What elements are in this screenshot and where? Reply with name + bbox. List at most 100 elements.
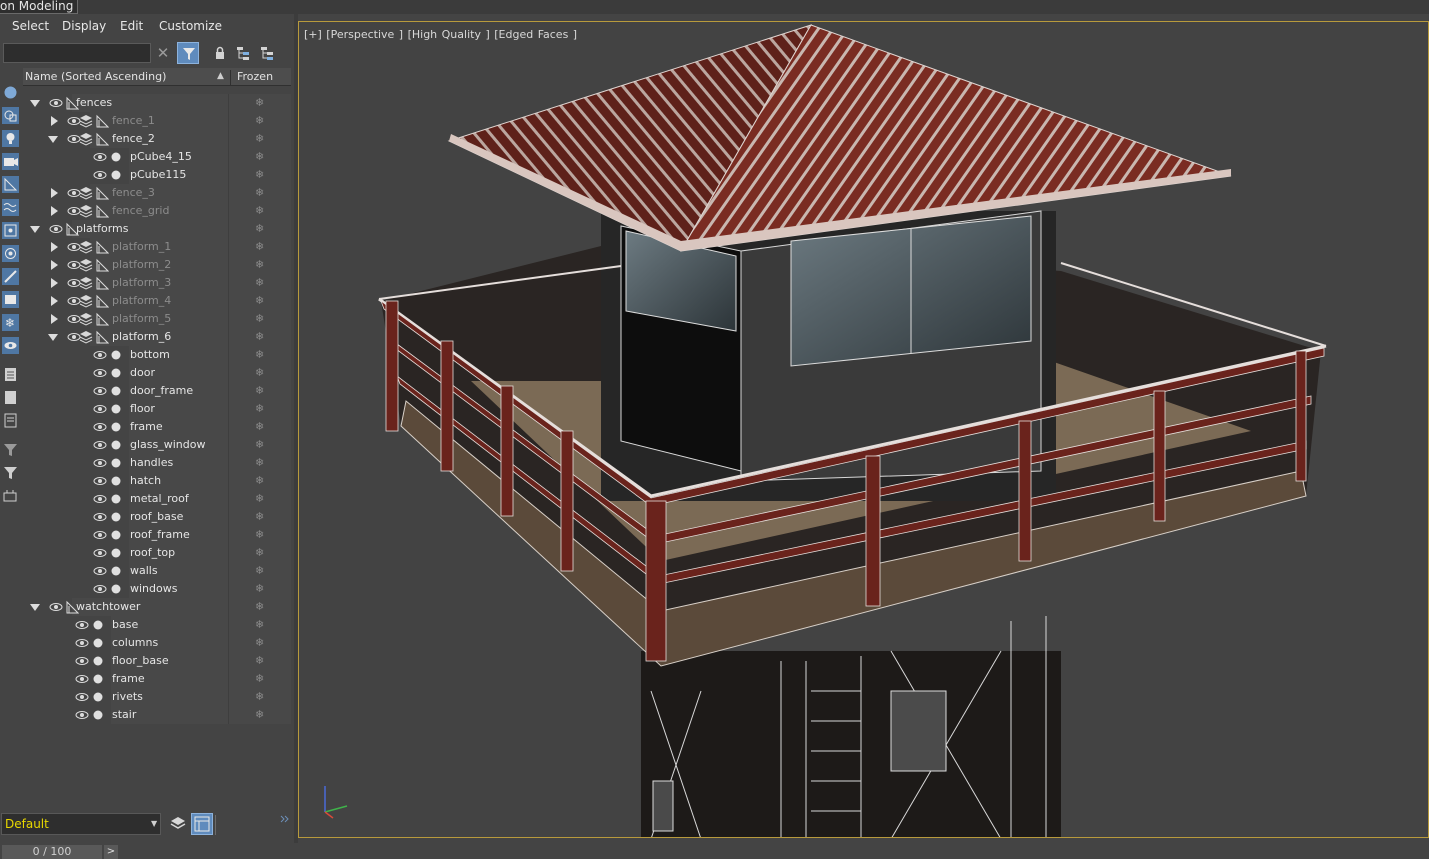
tree-row-hatch[interactable]: ❄ hatch bbox=[23, 472, 291, 490]
visibility-eye-icon[interactable] bbox=[75, 619, 89, 631]
expand-arrow-icon[interactable] bbox=[51, 188, 58, 198]
tree-row-fence-3[interactable]: ❄ fence_3 bbox=[23, 184, 291, 202]
visibility-eye-icon[interactable] bbox=[93, 565, 107, 577]
tree-row-platform-3[interactable]: ❄ platform_3 bbox=[23, 274, 291, 292]
camera-filter-icon[interactable] bbox=[2, 153, 19, 170]
tree-row-pcube115[interactable]: ❄ pCube115 bbox=[23, 166, 291, 184]
light-filter-icon[interactable] bbox=[2, 130, 19, 147]
visibility-eye-icon[interactable] bbox=[93, 367, 107, 379]
freeze-toggle-icon[interactable]: ❄ bbox=[255, 636, 264, 649]
freeze-toggle-icon[interactable]: ❄ bbox=[255, 420, 264, 433]
visibility-eye-icon[interactable] bbox=[93, 511, 107, 523]
freeze-toggle-icon[interactable]: ❄ bbox=[255, 330, 264, 343]
freeze-toggle-icon[interactable]: ❄ bbox=[255, 546, 264, 559]
tree-row-door[interactable]: ❄ door bbox=[23, 364, 291, 382]
expand-arrow-icon[interactable] bbox=[51, 116, 58, 126]
list-none-icon[interactable] bbox=[2, 389, 19, 406]
expand-arrow-icon[interactable] bbox=[51, 278, 58, 288]
visibility-eye-icon[interactable] bbox=[93, 583, 107, 595]
tree-row-fences[interactable]: ❄ fences bbox=[23, 94, 291, 112]
tree-row-roof-top[interactable]: ❄ roof_top bbox=[23, 544, 291, 562]
layers-button[interactable] bbox=[168, 813, 190, 835]
visibility-eye-icon[interactable] bbox=[75, 691, 89, 703]
tree-row-platform-2[interactable]: ❄ platform_2 bbox=[23, 256, 291, 274]
next-frame-button[interactable]: > bbox=[104, 845, 118, 859]
visibility-eye-icon[interactable] bbox=[49, 601, 63, 613]
helper-filter-icon[interactable] bbox=[2, 176, 19, 193]
freeze-toggle-icon[interactable]: ❄ bbox=[255, 672, 264, 685]
visibility-eye-icon[interactable] bbox=[93, 421, 107, 433]
freeze-toggle-icon[interactable]: ❄ bbox=[255, 204, 264, 217]
hierarchy-view-button[interactable] bbox=[191, 813, 213, 835]
selection-set-icon[interactable] bbox=[2, 487, 19, 504]
bone-filter-icon[interactable] bbox=[2, 268, 19, 285]
time-slider[interactable]: 0 / 100 bbox=[2, 845, 102, 859]
tree-row-platforms[interactable]: ❄ platforms bbox=[23, 220, 291, 238]
tree-row-watchtower[interactable]: ❄ watchtower bbox=[23, 598, 291, 616]
freeze-toggle-icon[interactable]: ❄ bbox=[255, 348, 264, 361]
expand-arrow-icon[interactable] bbox=[51, 314, 58, 324]
tree-row-fence-2[interactable]: ❄ fence_2 bbox=[23, 130, 291, 148]
name-column-header[interactable]: Name (Sorted Ascending) bbox=[25, 70, 166, 83]
freeze-toggle-icon[interactable]: ❄ bbox=[255, 618, 264, 631]
freeze-toggle-icon[interactable]: ❄ bbox=[255, 186, 264, 199]
tree-row-handles[interactable]: ❄ handles bbox=[23, 454, 291, 472]
layer-dropdown[interactable]: Default ▼ bbox=[1, 813, 161, 835]
visibility-eye-icon[interactable] bbox=[75, 673, 89, 685]
tree-row-roof-base[interactable]: ❄ roof_base bbox=[23, 508, 291, 526]
tree-row-pcube4-15[interactable]: ❄ pCube4_15 bbox=[23, 148, 291, 166]
expand-arrow-icon[interactable] bbox=[51, 260, 58, 270]
freeze-toggle-icon[interactable]: ❄ bbox=[255, 258, 264, 271]
freeze-toggle-icon[interactable]: ❄ bbox=[255, 582, 264, 595]
expand-arrow-icon[interactable] bbox=[51, 242, 58, 252]
freeze-toggle-icon[interactable]: ❄ bbox=[255, 384, 264, 397]
tree-row-roof-frame[interactable]: ❄ roof_frame bbox=[23, 526, 291, 544]
freeze-toggle-icon[interactable]: ❄ bbox=[255, 222, 264, 235]
freeze-toggle-icon[interactable]: ❄ bbox=[255, 168, 264, 181]
tree-row-fence-1[interactable]: ❄ fence_1 bbox=[23, 112, 291, 130]
freeze-toggle-icon[interactable]: ❄ bbox=[255, 402, 264, 415]
shape-filter-icon[interactable] bbox=[2, 107, 19, 124]
visibility-eye-icon[interactable] bbox=[93, 169, 107, 181]
visibility-eye-icon[interactable] bbox=[93, 457, 107, 469]
menu-display[interactable]: Display bbox=[62, 19, 106, 33]
freeze-toggle-icon[interactable]: ❄ bbox=[255, 312, 264, 325]
freeze-toggle-icon[interactable]: ❄ bbox=[255, 492, 264, 505]
search-input[interactable] bbox=[3, 43, 151, 63]
menu-customize[interactable]: Customize bbox=[159, 19, 222, 33]
collapse-arrow-icon[interactable] bbox=[48, 334, 58, 341]
tree-row-stair[interactable]: ❄ stair bbox=[23, 706, 291, 724]
tree-row-frame[interactable]: ❄ frame bbox=[23, 418, 291, 436]
list-all-icon[interactable] bbox=[2, 366, 19, 383]
funnel-icon[interactable] bbox=[2, 464, 19, 481]
freeze-toggle-icon[interactable]: ❄ bbox=[255, 294, 264, 307]
clear-search-icon[interactable]: ✕ bbox=[156, 44, 170, 62]
panel-collapse-icon[interactable] bbox=[280, 813, 290, 835]
collapse-arrow-icon[interactable] bbox=[30, 226, 40, 233]
freeze-toggle-icon[interactable]: ❄ bbox=[255, 564, 264, 577]
tree-row-windows[interactable]: ❄ windows bbox=[23, 580, 291, 598]
freeze-toggle-icon[interactable]: ❄ bbox=[255, 132, 264, 145]
freeze-toggle-icon[interactable]: ❄ bbox=[255, 456, 264, 469]
workspace-tab[interactable]: on Modeling bbox=[0, 0, 79, 14]
geometry-filter-icon[interactable] bbox=[2, 84, 19, 101]
tree-row-columns[interactable]: ❄ columns bbox=[23, 634, 291, 652]
visibility-eye-icon[interactable] bbox=[49, 97, 63, 109]
frozen-column-header[interactable]: Frozen bbox=[230, 70, 292, 86]
list-invert-icon[interactable] bbox=[2, 412, 19, 429]
perspective-viewport[interactable]: [+] [Perspective ] [High Quality ] [Edge… bbox=[298, 21, 1429, 838]
freeze-toggle-icon[interactable]: ❄ bbox=[255, 438, 264, 451]
spacewarp-filter-icon[interactable] bbox=[2, 199, 19, 216]
menu-edit[interactable]: Edit bbox=[120, 19, 143, 33]
filter-toggle-button[interactable] bbox=[177, 42, 199, 64]
visibility-eye-icon[interactable] bbox=[93, 151, 107, 163]
expand-arrow-icon[interactable] bbox=[51, 296, 58, 306]
visibility-eye-icon[interactable] bbox=[75, 637, 89, 649]
visibility-eye-icon[interactable] bbox=[75, 655, 89, 667]
freeze-toggle-icon[interactable]: ❄ bbox=[255, 96, 264, 109]
visibility-eye-icon[interactable] bbox=[93, 475, 107, 487]
tree-row-fence-grid[interactable]: ❄ fence_grid bbox=[23, 202, 291, 220]
visibility-eye-icon[interactable] bbox=[93, 403, 107, 415]
freeze-toggle-icon[interactable]: ❄ bbox=[255, 510, 264, 523]
menu-select[interactable]: Select bbox=[12, 19, 49, 33]
